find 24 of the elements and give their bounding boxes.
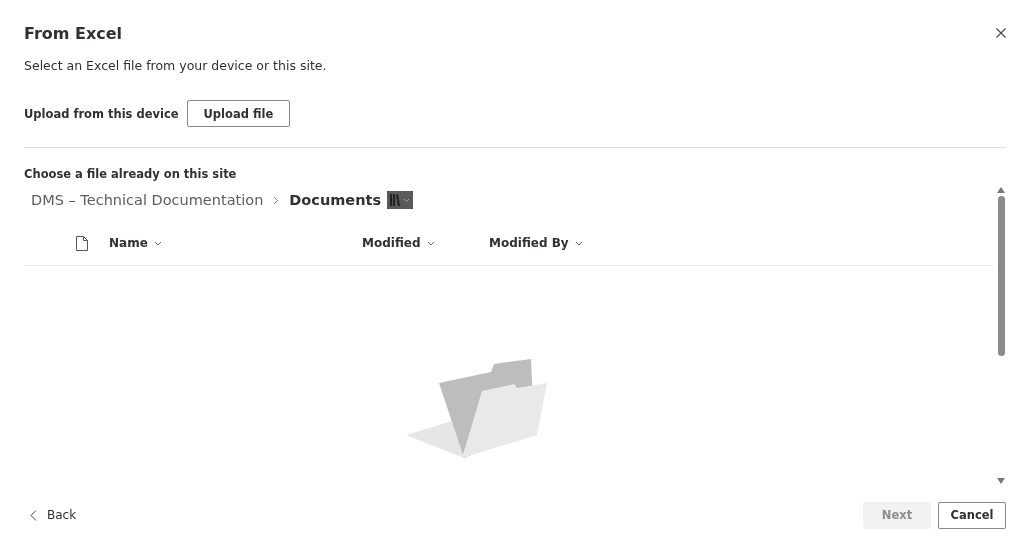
breadcrumb-item[interactable]: Documents — [289, 192, 382, 208]
dialog-description: Select an Excel file from your device or this site. — [24, 58, 328, 73]
upload-file-button[interactable]: Upload file — [186, 100, 291, 127]
chevron-left-icon — [30, 509, 37, 521]
library-view-button[interactable] — [387, 191, 414, 209]
books-icon — [389, 192, 412, 208]
dialog-title: From Excel — [24, 23, 123, 43]
chevron-down-icon — [153, 240, 162, 246]
dialog-button[interactable]: Cancel — [938, 501, 1006, 529]
close-button[interactable] — [994, 26, 1008, 40]
close-icon — [996, 28, 1006, 38]
column-header[interactable]: Modified By — [489, 236, 583, 250]
scroll-down-icon — [997, 478, 1005, 484]
file-icon — [76, 235, 88, 251]
breadcrumb-item[interactable]: DMS – Technical Documentation — [31, 192, 264, 208]
upload-label: Upload from this device — [24, 106, 179, 121]
scroll-up-icon — [997, 187, 1005, 193]
section-label: Choose a file already on this site — [24, 167, 238, 181]
chevron-down-icon — [574, 240, 583, 246]
back-button[interactable]: Back — [24, 508, 77, 522]
column-header[interactable]: Modified — [362, 236, 489, 250]
chevron-down-icon — [426, 240, 435, 246]
column-header[interactable]: Name — [109, 236, 362, 250]
chevron-right-icon — [273, 195, 280, 205]
